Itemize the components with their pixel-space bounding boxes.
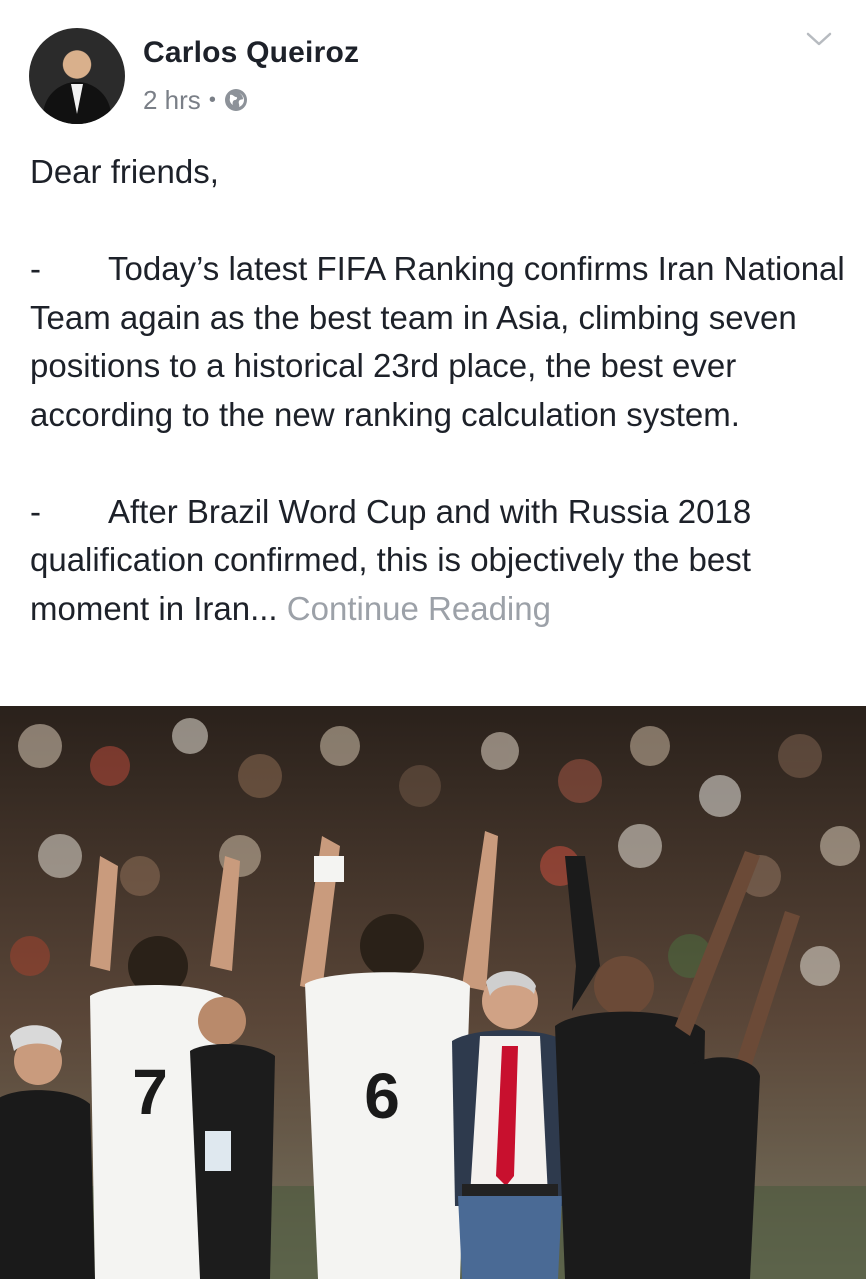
bullet-dash: - bbox=[30, 250, 41, 287]
author-name[interactable]: Carlos Queiroz bbox=[143, 36, 359, 70]
post-photo[interactable]: 7 6 bbox=[0, 706, 866, 1279]
post-meta: 2 hrs • bbox=[143, 84, 248, 116]
meta-separator: • bbox=[208, 89, 216, 111]
post-paragraph-2: - After Brazil Word Cup and with Russia 2… bbox=[30, 488, 850, 634]
post-header: Carlos Queiroz 2 hrs • bbox=[0, 0, 866, 140]
post-time[interactable]: 2 hrs bbox=[143, 85, 201, 116]
chevron-down-icon[interactable] bbox=[805, 28, 833, 50]
globe-icon[interactable] bbox=[224, 88, 248, 112]
photo-illustration: 7 6 bbox=[0, 706, 866, 1279]
post-body: Dear friends, - Today’s latest FIFA Ranki… bbox=[30, 148, 850, 633]
post-paragraph-1: - Today’s latest FIFA Ranking confirms Ir… bbox=[30, 245, 850, 439]
paragraph-1-text: Today’s latest FIFA Ranking confirms Ira… bbox=[30, 250, 845, 433]
jersey-number-6: 6 bbox=[364, 1060, 400, 1132]
avatar[interactable] bbox=[29, 28, 125, 124]
jersey-number-7: 7 bbox=[132, 1056, 168, 1128]
post-greeting: Dear friends, bbox=[30, 153, 219, 190]
bullet-dash: - bbox=[30, 492, 41, 530]
continue-reading-link[interactable]: Continue Reading bbox=[287, 590, 551, 627]
